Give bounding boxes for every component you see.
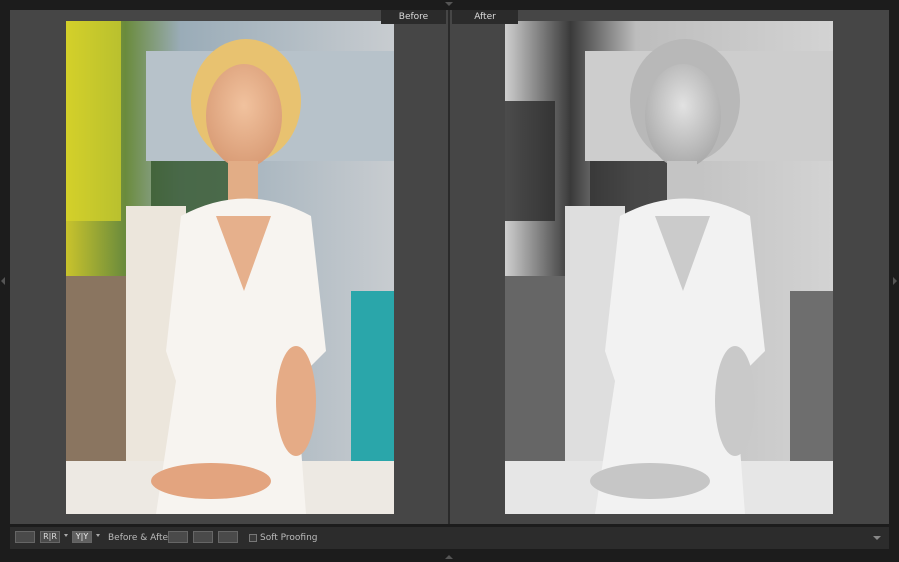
before-after-split-button[interactable]: Y|Y [72,531,92,543]
soft-proofing-label: Soft Proofing [260,533,318,543]
before-after-left-right-button[interactable]: R|R [40,531,60,543]
toolbar-menu-icon[interactable] [870,531,884,545]
before-photo[interactable] [66,21,394,514]
copy-before-to-after-button[interactable] [168,531,188,543]
right-panel-toggle-icon[interactable] [893,277,897,285]
loupe-view-button[interactable] [15,531,35,543]
toolbar: R|R Y|Y Before & After : Soft Proofing [10,527,889,549]
split-mode-dropdown-icon[interactable] [96,534,100,537]
soft-proofing-checkbox[interactable] [249,534,257,542]
before-after-view: Before After [10,10,889,524]
copy-after-to-before-button[interactable] [193,531,213,543]
before-pane[interactable] [10,10,448,524]
before-label: Before [381,10,446,24]
after-image [505,21,833,514]
bottom-panel-toggle-icon[interactable] [445,555,453,559]
left-panel-toggle-icon[interactable] [1,277,5,285]
after-photo[interactable] [505,21,833,514]
after-pane[interactable] [450,10,889,524]
before-image [66,21,394,514]
swap-before-after-button[interactable] [218,531,238,543]
top-panel-toggle-icon[interactable] [445,2,453,6]
after-label: After [452,10,518,24]
view-mode-dropdown-icon[interactable] [64,534,68,537]
